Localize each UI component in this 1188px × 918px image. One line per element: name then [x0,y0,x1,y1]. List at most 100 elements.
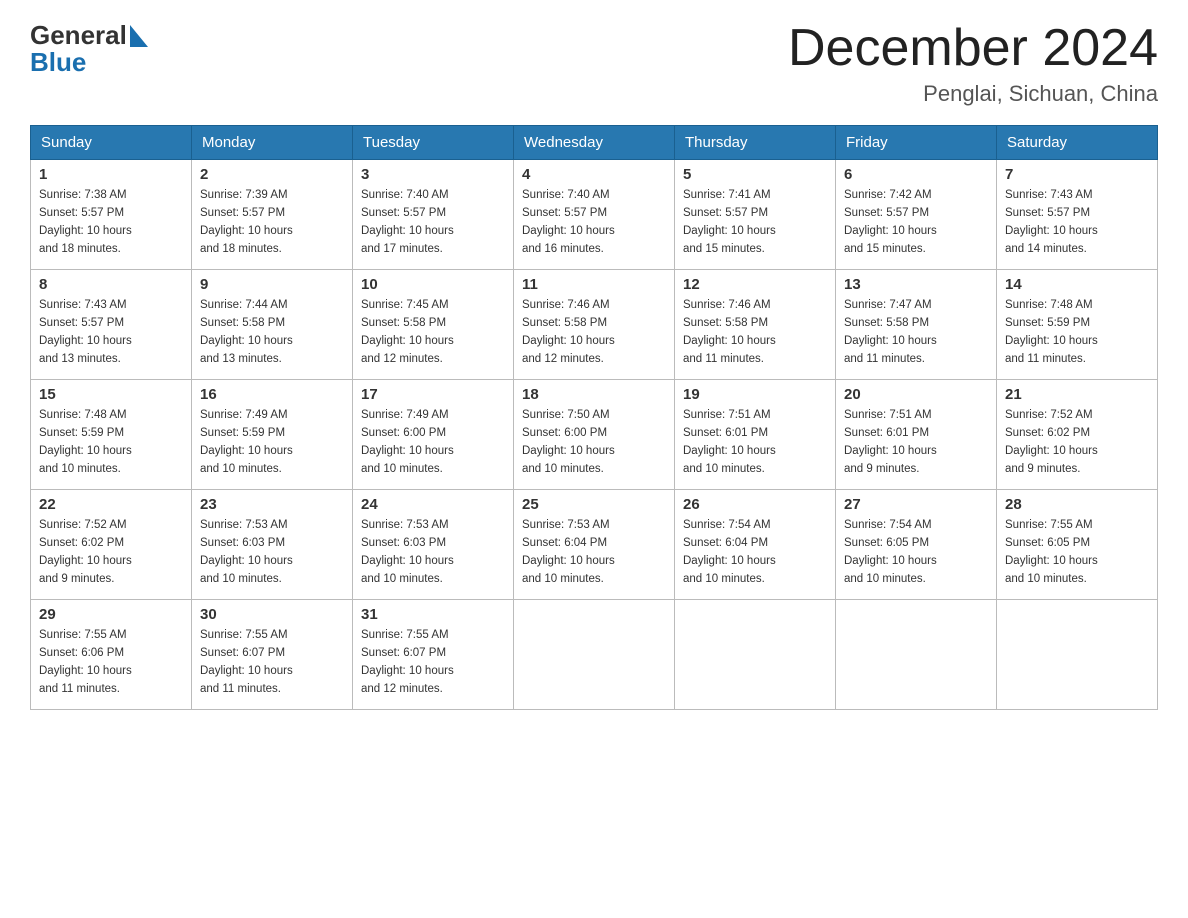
weekday-header-friday: Friday [836,126,997,160]
day-info: Sunrise: 7:55 AM Sunset: 6:07 PM Dayligh… [200,627,344,698]
calendar-cell: 30 Sunrise: 7:55 AM Sunset: 6:07 PM Dayl… [192,600,353,710]
day-info: Sunrise: 7:49 AM Sunset: 5:59 PM Dayligh… [200,407,344,478]
day-info: Sunrise: 7:47 AM Sunset: 5:58 PM Dayligh… [844,297,988,368]
day-info: Sunrise: 7:43 AM Sunset: 5:57 PM Dayligh… [39,297,183,368]
day-number: 23 [200,496,344,513]
weekday-header-sunday: Sunday [31,126,192,160]
day-info: Sunrise: 7:39 AM Sunset: 5:57 PM Dayligh… [200,187,344,258]
day-info: Sunrise: 7:52 AM Sunset: 6:02 PM Dayligh… [1005,407,1149,478]
calendar-cell: 4 Sunrise: 7:40 AM Sunset: 5:57 PM Dayli… [514,160,675,270]
day-number: 8 [39,276,183,293]
calendar-cell: 20 Sunrise: 7:51 AM Sunset: 6:01 PM Dayl… [836,380,997,490]
calendar-cell: 18 Sunrise: 7:50 AM Sunset: 6:00 PM Dayl… [514,380,675,490]
day-number: 4 [522,166,666,183]
day-info: Sunrise: 7:40 AM Sunset: 5:57 PM Dayligh… [522,187,666,258]
weekday-header-saturday: Saturday [997,126,1158,160]
calendar-cell: 16 Sunrise: 7:49 AM Sunset: 5:59 PM Dayl… [192,380,353,490]
weekday-header-wednesday: Wednesday [514,126,675,160]
day-info: Sunrise: 7:46 AM Sunset: 5:58 PM Dayligh… [683,297,827,368]
day-number: 17 [361,386,505,403]
calendar-cell: 22 Sunrise: 7:52 AM Sunset: 6:02 PM Dayl… [31,490,192,600]
day-number: 9 [200,276,344,293]
calendar-week-row: 1 Sunrise: 7:38 AM Sunset: 5:57 PM Dayli… [31,160,1158,270]
weekday-header-row: SundayMondayTuesdayWednesdayThursdayFrid… [31,126,1158,160]
day-number: 3 [361,166,505,183]
day-number: 27 [844,496,988,513]
day-info: Sunrise: 7:43 AM Sunset: 5:57 PM Dayligh… [1005,187,1149,258]
calendar-cell: 11 Sunrise: 7:46 AM Sunset: 5:58 PM Dayl… [514,270,675,380]
day-number: 22 [39,496,183,513]
calendar-cell: 25 Sunrise: 7:53 AM Sunset: 6:04 PM Dayl… [514,490,675,600]
calendar-week-row: 8 Sunrise: 7:43 AM Sunset: 5:57 PM Dayli… [31,270,1158,380]
day-info: Sunrise: 7:41 AM Sunset: 5:57 PM Dayligh… [683,187,827,258]
day-number: 25 [522,496,666,513]
calendar-table: SundayMondayTuesdayWednesdayThursdayFrid… [30,125,1158,710]
location-title: Penglai, Sichuan, China [788,81,1158,107]
day-info: Sunrise: 7:51 AM Sunset: 6:01 PM Dayligh… [844,407,988,478]
logo-blue-text: Blue [30,47,86,78]
calendar-cell: 26 Sunrise: 7:54 AM Sunset: 6:04 PM Dayl… [675,490,836,600]
day-number: 2 [200,166,344,183]
day-number: 31 [361,606,505,623]
day-info: Sunrise: 7:48 AM Sunset: 5:59 PM Dayligh… [39,407,183,478]
day-number: 7 [1005,166,1149,183]
day-number: 1 [39,166,183,183]
month-title: December 2024 [788,20,1158,77]
calendar-cell: 23 Sunrise: 7:53 AM Sunset: 6:03 PM Dayl… [192,490,353,600]
day-number: 21 [1005,386,1149,403]
day-number: 16 [200,386,344,403]
day-number: 10 [361,276,505,293]
day-info: Sunrise: 7:48 AM Sunset: 5:59 PM Dayligh… [1005,297,1149,368]
day-number: 28 [1005,496,1149,513]
calendar-cell: 13 Sunrise: 7:47 AM Sunset: 5:58 PM Dayl… [836,270,997,380]
day-number: 13 [844,276,988,293]
calendar-cell: 19 Sunrise: 7:51 AM Sunset: 6:01 PM Dayl… [675,380,836,490]
calendar-header: SundayMondayTuesdayWednesdayThursdayFrid… [31,126,1158,160]
day-info: Sunrise: 7:51 AM Sunset: 6:01 PM Dayligh… [683,407,827,478]
calendar-body: 1 Sunrise: 7:38 AM Sunset: 5:57 PM Dayli… [31,160,1158,710]
title-section: December 2024 Penglai, Sichuan, China [788,20,1158,107]
day-info: Sunrise: 7:53 AM Sunset: 6:03 PM Dayligh… [361,517,505,588]
day-info: Sunrise: 7:49 AM Sunset: 6:00 PM Dayligh… [361,407,505,478]
logo-triangle-icon [130,25,148,47]
day-number: 18 [522,386,666,403]
day-info: Sunrise: 7:53 AM Sunset: 6:04 PM Dayligh… [522,517,666,588]
day-info: Sunrise: 7:50 AM Sunset: 6:00 PM Dayligh… [522,407,666,478]
day-number: 29 [39,606,183,623]
calendar-cell: 24 Sunrise: 7:53 AM Sunset: 6:03 PM Dayl… [353,490,514,600]
day-number: 11 [522,276,666,293]
page-header: General Blue December 2024 Penglai, Sich… [30,20,1158,107]
calendar-cell: 29 Sunrise: 7:55 AM Sunset: 6:06 PM Dayl… [31,600,192,710]
calendar-cell [997,600,1158,710]
day-number: 20 [844,386,988,403]
calendar-cell: 7 Sunrise: 7:43 AM Sunset: 5:57 PM Dayli… [997,160,1158,270]
day-info: Sunrise: 7:42 AM Sunset: 5:57 PM Dayligh… [844,187,988,258]
day-info: Sunrise: 7:55 AM Sunset: 6:07 PM Dayligh… [361,627,505,698]
day-info: Sunrise: 7:46 AM Sunset: 5:58 PM Dayligh… [522,297,666,368]
day-info: Sunrise: 7:54 AM Sunset: 6:04 PM Dayligh… [683,517,827,588]
day-info: Sunrise: 7:55 AM Sunset: 6:05 PM Dayligh… [1005,517,1149,588]
day-number: 26 [683,496,827,513]
day-number: 12 [683,276,827,293]
day-info: Sunrise: 7:53 AM Sunset: 6:03 PM Dayligh… [200,517,344,588]
calendar-cell: 8 Sunrise: 7:43 AM Sunset: 5:57 PM Dayli… [31,270,192,380]
logo: General Blue [30,20,148,78]
calendar-cell: 9 Sunrise: 7:44 AM Sunset: 5:58 PM Dayli… [192,270,353,380]
day-number: 6 [844,166,988,183]
calendar-cell [836,600,997,710]
calendar-week-row: 22 Sunrise: 7:52 AM Sunset: 6:02 PM Dayl… [31,490,1158,600]
day-info: Sunrise: 7:45 AM Sunset: 5:58 PM Dayligh… [361,297,505,368]
weekday-header-tuesday: Tuesday [353,126,514,160]
calendar-cell: 28 Sunrise: 7:55 AM Sunset: 6:05 PM Dayl… [997,490,1158,600]
calendar-cell: 31 Sunrise: 7:55 AM Sunset: 6:07 PM Dayl… [353,600,514,710]
calendar-cell: 27 Sunrise: 7:54 AM Sunset: 6:05 PM Dayl… [836,490,997,600]
calendar-cell: 10 Sunrise: 7:45 AM Sunset: 5:58 PM Dayl… [353,270,514,380]
calendar-cell: 3 Sunrise: 7:40 AM Sunset: 5:57 PM Dayli… [353,160,514,270]
calendar-cell: 12 Sunrise: 7:46 AM Sunset: 5:58 PM Dayl… [675,270,836,380]
calendar-cell: 5 Sunrise: 7:41 AM Sunset: 5:57 PM Dayli… [675,160,836,270]
day-number: 5 [683,166,827,183]
day-number: 19 [683,386,827,403]
day-info: Sunrise: 7:38 AM Sunset: 5:57 PM Dayligh… [39,187,183,258]
day-number: 15 [39,386,183,403]
calendar-cell: 14 Sunrise: 7:48 AM Sunset: 5:59 PM Dayl… [997,270,1158,380]
